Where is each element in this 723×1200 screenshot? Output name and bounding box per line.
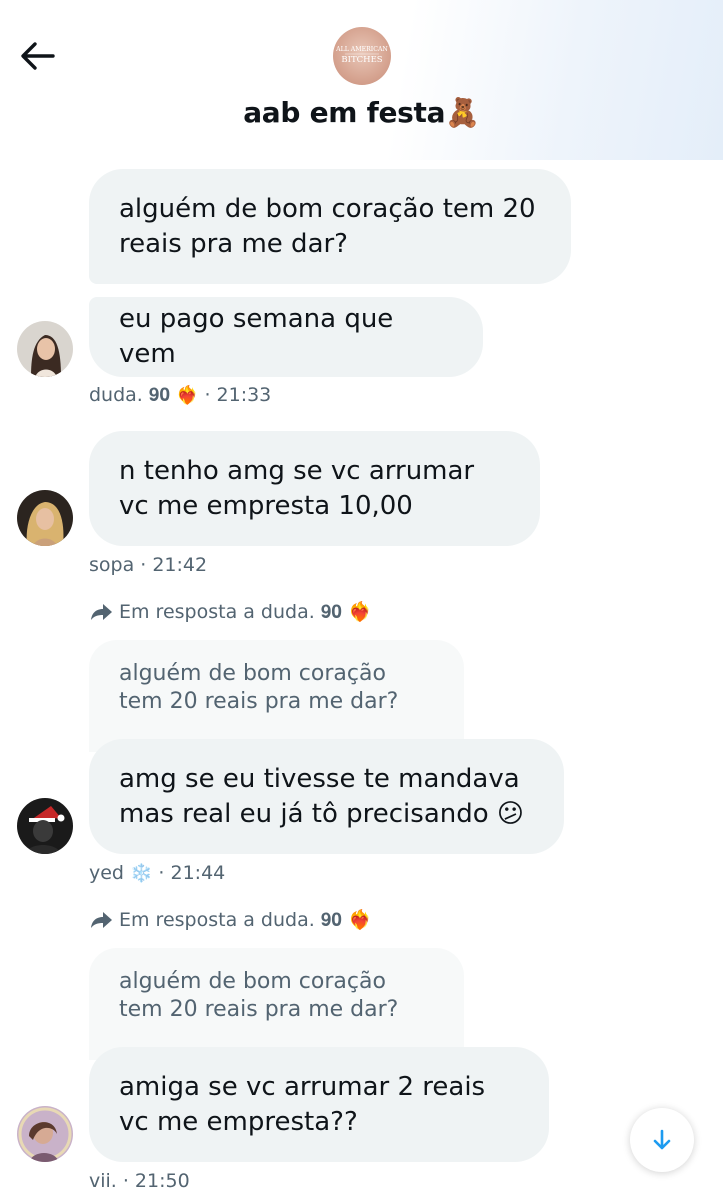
message-time: · 21:50	[122, 1170, 190, 1192]
group-logo-image: ALL AMERICAN BITCHES	[335, 46, 388, 65]
message-meta: sopa · 21:42	[89, 554, 207, 576]
heart-on-fire-icon: ❤️‍🔥	[176, 384, 199, 406]
reply-arrow-icon	[91, 911, 112, 928]
message-meta: duda. 𝟗𝟎 ❤️‍🔥 · 21:33	[89, 384, 271, 406]
message-time: · 21:33	[204, 384, 272, 406]
message-bubble[interactable]: amiga se vc arrumar 2 reais vc me empres…	[89, 1047, 549, 1162]
sender-name[interactable]: sopa	[89, 554, 134, 576]
snowflake-icon: ❄️	[130, 862, 153, 884]
sender-name[interactable]: duda. 𝟗𝟎	[89, 384, 170, 406]
reply-arrow-icon	[91, 603, 112, 620]
group-avatar-text-line2: BITCHES	[341, 55, 382, 65]
sender-name[interactable]: yed	[89, 862, 124, 884]
teddy-bear-icon: 🧸	[445, 96, 480, 129]
avatar-sopa[interactable]	[17, 490, 73, 546]
message-time: · 21:44	[158, 862, 226, 884]
heart-on-fire-icon: ❤️‍🔥	[347, 601, 372, 623]
group-avatar-text-line1: ALL AMERICAN	[335, 46, 388, 53]
scroll-to-bottom-button[interactable]	[630, 1108, 694, 1172]
back-button[interactable]	[18, 38, 58, 74]
heart-on-fire-icon: ❤️‍🔥	[347, 909, 372, 931]
message-time: · 21:42	[140, 554, 208, 576]
quoted-message[interactable]: alguém de bom coração tem 20 reais pra m…	[89, 640, 464, 752]
quoted-message[interactable]: alguém de bom coração tem 20 reais pra m…	[89, 948, 464, 1060]
message-bubble[interactable]: amg se eu tivesse te mandava mas real eu…	[89, 739, 564, 854]
sender-name[interactable]: vii.	[89, 1170, 117, 1192]
message-text: alguém de bom coração tem 20 reais pra m…	[119, 193, 536, 259]
message-bubble[interactable]: alguém de bom coração tem 20 reais pra m…	[89, 169, 571, 284]
message-bubble[interactable]: n tenho amg se vc arrumar vc me empresta…	[89, 431, 540, 546]
message-text: amiga se vc arrumar 2 reais vc me empres…	[119, 1071, 486, 1137]
message-text: amg se eu tivesse te mandava mas real eu…	[119, 763, 525, 829]
message-bubble[interactable]: eu pago semana que vem	[89, 297, 483, 377]
reply-indicator[interactable]: Em resposta a duda. 𝟗𝟎 ❤️‍🔥	[89, 600, 372, 623]
arrow-down-icon	[653, 1129, 671, 1150]
reply-indicator[interactable]: Em resposta a duda. 𝟗𝟎 ❤️‍🔥	[89, 908, 372, 931]
chat-title: aab em festa🧸	[0, 96, 723, 129]
quoted-text: alguém de bom coração tem 20 reais pra m…	[119, 969, 399, 1022]
reply-to-text: Em resposta a duda. 𝟗𝟎	[119, 908, 342, 931]
avatar-yed[interactable]	[17, 798, 73, 854]
message-text: n tenho amg se vc arrumar vc me empresta…	[119, 455, 475, 521]
quoted-text: alguém de bom coração tem 20 reais pra m…	[119, 661, 399, 714]
message-text: eu pago semana que vem	[119, 304, 394, 369]
reply-to-text: Em resposta a duda. 𝟗𝟎	[119, 600, 342, 623]
group-avatar[interactable]: ALL AMERICAN BITCHES	[333, 27, 391, 85]
chat-title-text: aab em festa	[243, 96, 446, 129]
message-meta: vii. · 21:50	[89, 1170, 190, 1192]
message-meta: yed ❄️ · 21:44	[89, 862, 225, 884]
avatar-vii[interactable]	[17, 1106, 73, 1162]
avatar-duda[interactable]	[17, 321, 73, 377]
arrow-left-icon	[21, 42, 55, 70]
